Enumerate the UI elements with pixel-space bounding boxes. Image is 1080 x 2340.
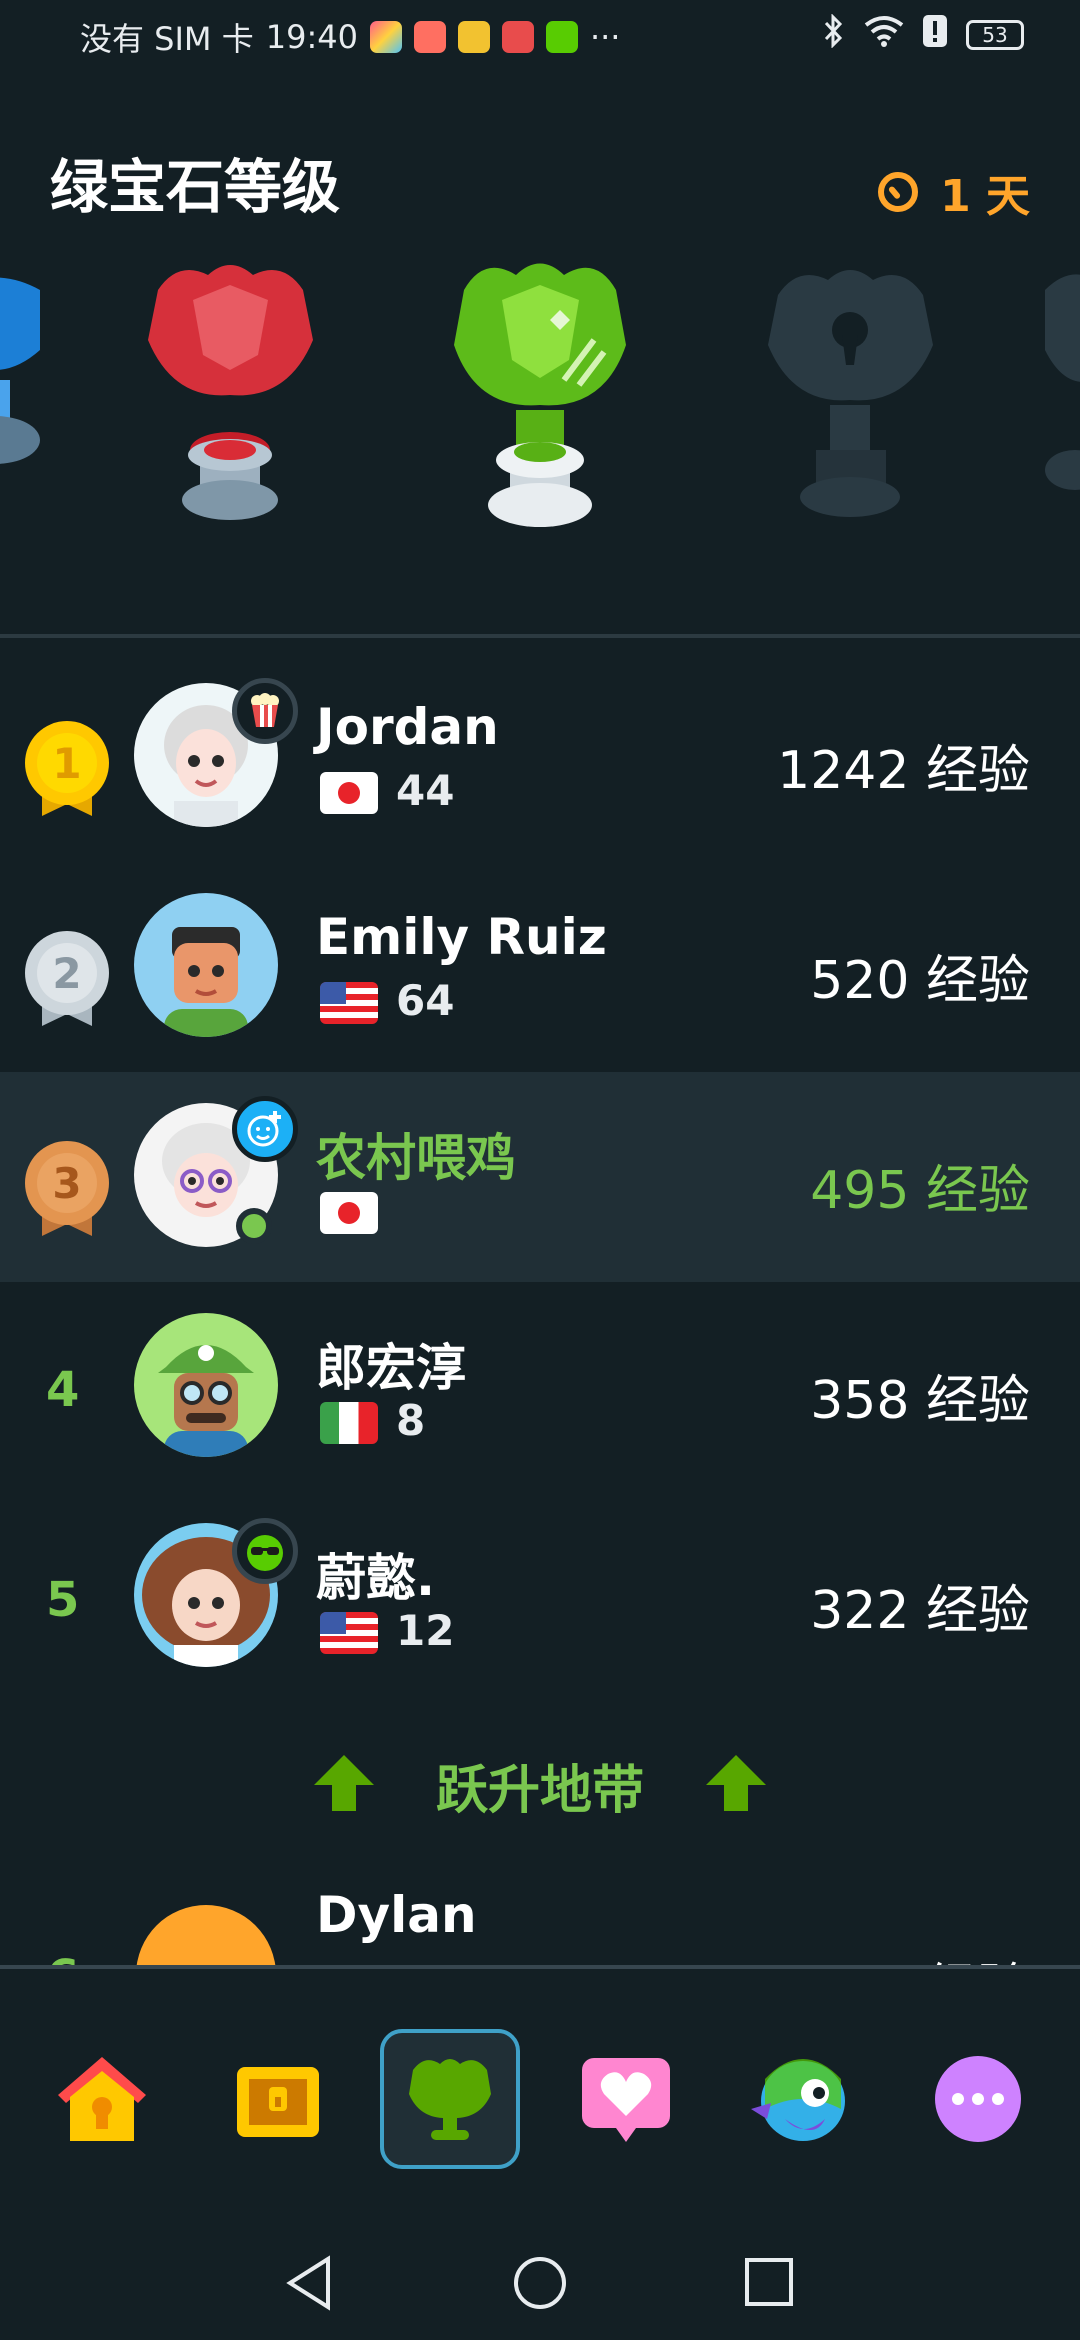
user-name: Emily Ruiz [316,908,607,966]
status-right: 53 [822,13,1024,56]
carrier-text: 没有 SIM 卡 [80,20,254,58]
leaderboard-row-current-user[interactable]: 3 农村喂鸡 495 经验 [0,1072,1080,1282]
sapphire-trophy[interactable] [0,270,50,494]
heart-icon[interactable] [556,2029,696,2169]
notification-app-icon [501,21,534,53]
silver-medal-icon: 2 [22,928,112,1028]
xp-value: 322 经验 [810,1581,1030,1641]
rank-number: 3 [52,1159,81,1208]
leaderboard-row[interactable]: 5 蔚懿. 12 322 经验 [0,1492,1080,1702]
usa-flag [320,982,378,1024]
rank-number: 5 [46,1572,80,1628]
promotion-zone-divider: 跃升地带 [0,1745,1080,1825]
leaderboard-trophy-icon[interactable] [380,2029,520,2169]
locked-trophy[interactable] [1035,270,1080,504]
more-icon[interactable] [908,2029,1048,2169]
user-name: 农村喂鸡 [316,1129,516,1187]
home-button[interactable] [512,2255,568,2315]
rank-number: 1 [52,739,81,788]
xp-value: 1242 经验 [777,741,1030,801]
ruby-trophy[interactable] [138,260,323,524]
add-friend-icon[interactable] [232,1096,298,1162]
emerald-trophy[interactable] [444,260,636,534]
user-name: 郎宏淳 [316,1339,466,1397]
system-navigation-bar [0,2235,1080,2340]
bottom-navigation [0,1965,1080,2239]
leaderboard-row[interactable]: 1 Jordan 44 1242 经验 [0,652,1080,862]
japan-flag [320,772,378,814]
sunglasses-icon [232,1518,298,1584]
status-left: 没有 SIM 卡 19:40 ··· [80,14,620,60]
up-arrow-icon [312,1753,376,1817]
rank-number: 4 [46,1362,80,1418]
duo-character-icon[interactable] [730,2029,870,2169]
streak-count: 8 [396,1396,426,1445]
wifi-icon [864,15,904,55]
notification-app-icon [369,21,402,53]
recents-button[interactable] [744,2257,794,2311]
clock-icon [878,172,919,212]
xp-value: 317 经验 [810,1946,1030,1965]
gold-medal-icon: 1 [22,718,112,818]
online-status-indicator [236,1208,272,1244]
streak-count: 12 [396,1606,455,1655]
rank-number: 2 [52,949,81,998]
duolingo-notification-icon [545,21,578,53]
notification-app-icon [457,21,490,53]
more-notifications-icon: ··· [589,18,621,56]
clock: 19:40 [265,18,358,56]
back-button[interactable] [284,2255,334,2315]
avatar[interactable] [134,1313,278,1457]
treasure-chest-icon[interactable] [208,2029,348,2169]
notification-app-icon [413,21,446,53]
locked-trophy[interactable] [758,265,943,529]
italy-flag [320,1402,378,1444]
leaderboard-row-partial[interactable]: 6 Dylan 317 经验 [0,1880,1080,1965]
avatar[interactable] [136,1905,276,1965]
leaderboard-row[interactable]: 4 郎宏淳 8 358 经验 [0,1282,1080,1492]
user-name: Jordan [316,698,499,756]
league-trophies[interactable] [0,250,1080,550]
user-name: Dylan [316,1886,477,1944]
usa-flag [320,1612,378,1654]
japan-flag [320,1192,378,1234]
home-icon[interactable] [32,2029,172,2169]
up-arrow-icon [704,1753,768,1817]
status-bar: 没有 SIM 卡 19:40 ··· 53 [0,0,1080,72]
streak-count: 64 [396,976,455,1025]
battery-indicator: 53 [966,20,1024,50]
league-title: 绿宝石等级 [50,153,341,221]
rank-number: 6 [46,1950,79,1965]
bluetooth-icon [822,13,846,56]
avatar[interactable] [134,893,278,1037]
bronze-medal-icon: 3 [22,1138,112,1238]
user-name: 蔚懿. [316,1549,435,1607]
section-divider [0,634,1080,638]
xp-value: 495 经验 [810,1161,1030,1221]
promotion-zone-label: 跃升地带 [435,1760,644,1821]
leaderboard-row[interactable]: 2 Emily Ruiz 64 520 经验 [0,862,1080,1072]
xp-value: 520 经验 [810,951,1030,1011]
xp-value: 358 经验 [810,1371,1030,1431]
streak-count: 44 [396,766,455,815]
league-timer: 1 天 [878,160,1030,224]
popcorn-icon [232,678,298,744]
alert-icon [922,14,948,56]
timer-text: 1 天 [940,171,1030,222]
